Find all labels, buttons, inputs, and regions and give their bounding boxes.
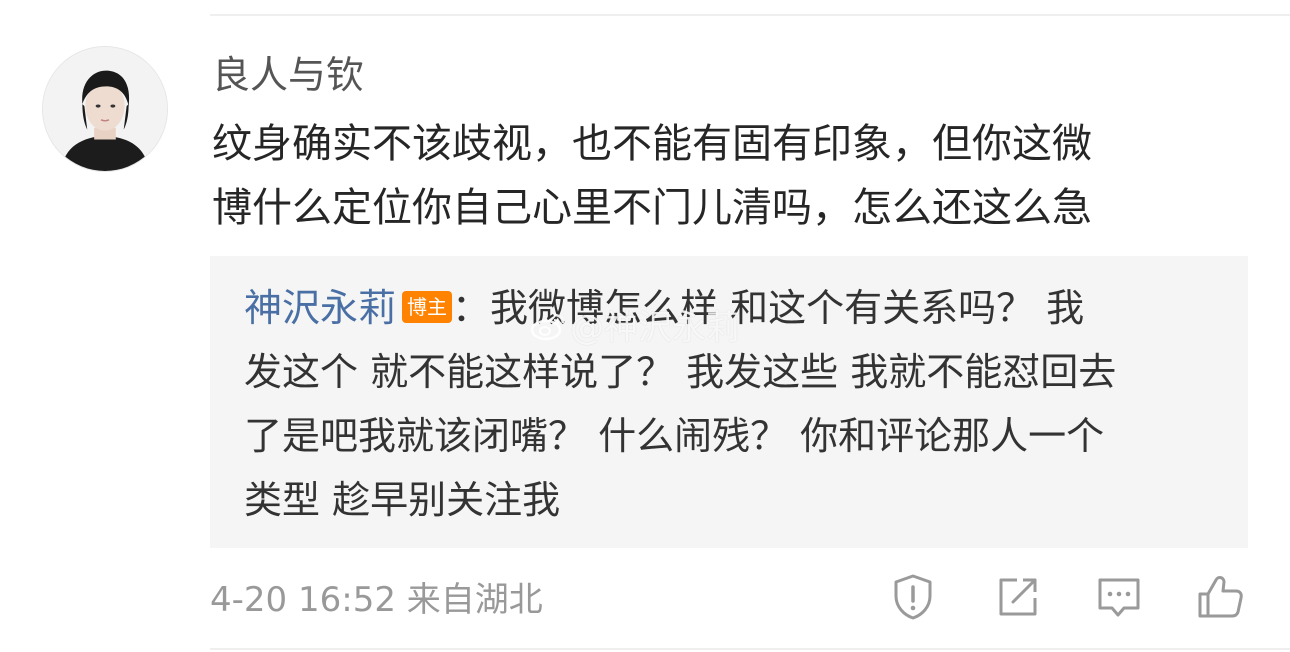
report-icon[interactable] [888, 572, 938, 622]
reply-line: 类型 趁早别关注我 [244, 478, 561, 522]
bottom-divider [210, 648, 1290, 650]
comment-text-line: 纹身确实不该歧视，也不能有固有印象，但你这微 [212, 121, 1092, 167]
comment-text-line: 博什么定位你自己心里不门儿清吗，怎么还这么急 [212, 185, 1092, 231]
comment-location: 来自湖北 [406, 580, 543, 620]
comment-meta: 4-20 16:52 来自湖北 [210, 578, 543, 622]
weibo-watermark: @神沢永莉 [530, 306, 740, 352]
comment-time: 4-20 16:52 [210, 580, 396, 620]
weibo-logo-icon [530, 308, 566, 352]
blogger-badge: 博主 [402, 290, 453, 323]
share-icon[interactable] [993, 572, 1043, 622]
watermark-text: @神沢永莉 [570, 308, 740, 348]
comment-text: 纹身确实不该歧视，也不能有固有印象，但你这微 博什么定位你自己心里不门儿清吗，怎… [212, 112, 1252, 240]
comment-username[interactable]: 良人与钦 [212, 50, 364, 100]
reply-box[interactable]: 神沢永莉 博主 ：我微博怎么样 和这个有关系吗？ 我 发这个 就不能这样说了？ 我发… [210, 256, 1248, 548]
reply-comment-icon[interactable] [1094, 572, 1144, 622]
reply-line: 了是吧我就该闭嘴？ 什么闹残？ 你和评论那人一个 [244, 414, 1105, 458]
avatar-image [43, 47, 167, 171]
top-divider [210, 14, 1290, 16]
reply-author-link[interactable]: 神沢永莉 [244, 286, 396, 330]
avatar[interactable] [42, 46, 168, 172]
like-icon[interactable] [1196, 572, 1246, 622]
